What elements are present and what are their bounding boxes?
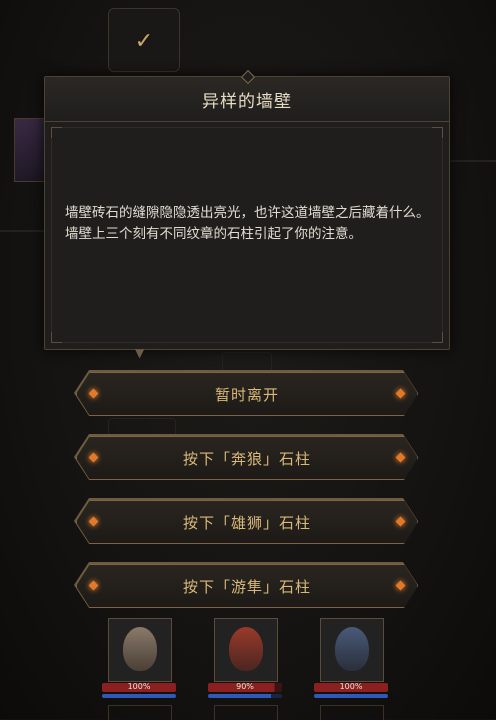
dialog-title: 异样的墙壁	[202, 91, 292, 112]
character-face	[335, 627, 369, 671]
frame-corner	[51, 127, 62, 138]
bg-corridor	[0, 230, 44, 232]
option-lion-pillar-button[interactable]: 按下「雄狮」石柱	[76, 500, 418, 544]
option-label: 按下「游隼」石柱	[182, 577, 311, 596]
hp-bar: 100%	[314, 682, 388, 692]
party-member-portrait[interactable]	[214, 618, 278, 682]
dialog-line: 墙壁砖石的缝隙隐隐透出亮光，也许这道墙壁之后藏着什么。	[65, 205, 430, 221]
party-member-portrait[interactable]	[320, 618, 384, 682]
event-dialog: 异样的墙壁 墙壁砖石的缝隙隐隐透出亮光，也许这道墙壁之后藏着什么。 墙壁上三个刻…	[44, 69, 450, 350]
hp-bar: 90%	[208, 682, 282, 692]
option-leave-button[interactable]: 暂时离开	[76, 372, 418, 416]
mp-bar	[314, 694, 388, 698]
party-member-portrait[interactable]	[108, 618, 172, 682]
frame-corner	[51, 332, 62, 343]
option-falcon-pillar-button[interactable]: 按下「游隼」石柱	[76, 564, 418, 608]
hp-label: 90%	[236, 682, 254, 691]
card-frame	[320, 705, 384, 720]
gem-icon	[89, 453, 99, 463]
gem-icon	[89, 581, 99, 591]
option-label: 暂时离开	[214, 385, 279, 404]
gem-icon	[396, 453, 406, 463]
gem-icon	[89, 517, 99, 527]
hp-bar: 100%	[102, 682, 176, 692]
explored-room-card[interactable]: ✓	[108, 8, 180, 72]
mp-bar	[208, 694, 282, 698]
character-face	[123, 627, 157, 671]
card-frame	[108, 705, 172, 720]
option-label: 按下「奔狼」石柱	[182, 449, 311, 468]
frame-corner	[432, 332, 443, 343]
gem-icon	[396, 581, 406, 591]
gem-icon	[396, 517, 406, 527]
character-face	[229, 627, 263, 671]
gem-icon	[396, 389, 406, 399]
card-frame	[214, 705, 278, 720]
hp-label: 100%	[339, 682, 363, 691]
chevron-down-icon: ▼	[135, 346, 145, 360]
frame-corner	[432, 127, 443, 138]
mp-bar	[102, 694, 176, 698]
checkmark-icon: ✓	[134, 29, 154, 54]
dialog-body: 墙壁砖石的缝隙隐隐透出亮光，也许这道墙壁之后藏着什么。 墙壁上三个刻有不同纹章的…	[65, 203, 433, 245]
hp-label: 100%	[127, 682, 151, 691]
dialog-line: 墙壁上三个刻有不同纹章的石柱引起了你的注意。	[65, 226, 362, 242]
option-label: 按下「雄狮」石柱	[182, 513, 311, 532]
bg-corridor	[448, 160, 496, 162]
gem-icon	[89, 389, 99, 399]
option-wolf-pillar-button[interactable]: 按下「奔狼」石柱	[76, 436, 418, 480]
